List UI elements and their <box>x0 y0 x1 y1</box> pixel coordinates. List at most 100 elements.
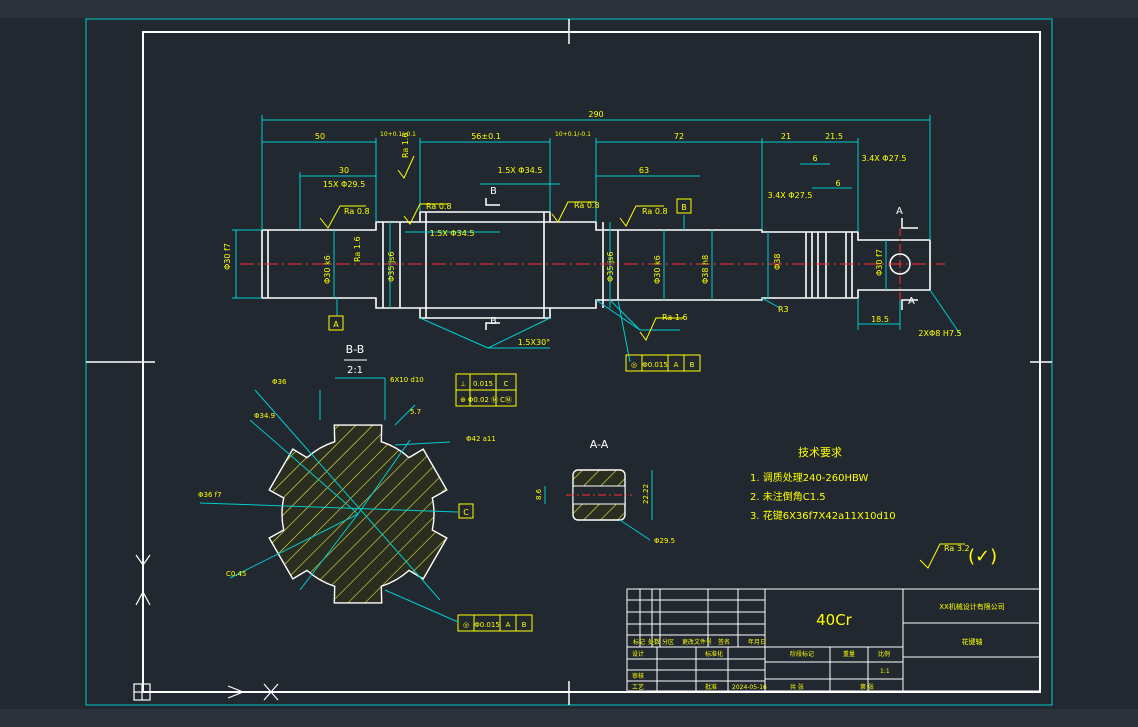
svg-text:Φ0.015: Φ0.015 <box>642 361 668 369</box>
tb-label-weight: 重量 <box>843 650 855 658</box>
tb-date: 2024-05-16 <box>732 684 767 691</box>
svg-text:A: A <box>333 320 339 329</box>
length-dim-4: 21 <box>781 132 791 141</box>
tb-label-check: 审核 <box>632 672 644 680</box>
tb-label-zone: 分区 <box>662 638 674 646</box>
chamfer-dim-30deg: 1.5X30° <box>518 338 550 347</box>
aa-dim-86: 8.6 <box>535 488 543 500</box>
chamfer-dim-275a: 3.4X Φ27.5 <box>862 154 907 163</box>
section-aa-title: A-A <box>590 438 609 451</box>
tb-label-approve: 批准 <box>705 683 717 691</box>
tb-label-doc: 更改文件号 <box>682 638 712 646</box>
section-aa-view[interactable] <box>566 469 632 521</box>
bb-dim-chamfer: C0.45 <box>226 570 246 578</box>
centering-marks <box>86 19 1052 705</box>
diameter-label-4: Φ35 js6 <box>606 252 615 283</box>
general-roughness: Ra 3.2 <box>944 544 970 553</box>
radius-dim: R3 <box>778 305 789 314</box>
tech-req-2: 2. 未注倒角C1.5 <box>750 490 826 503</box>
length-dim-3: 72 <box>674 132 684 141</box>
orientation-arrows <box>133 545 279 701</box>
gdt-frame-main[interactable]: ◎ Φ0.015 A B <box>625 354 701 372</box>
aa-dim-295: Φ29.5 <box>654 537 675 545</box>
hole-dim: 2XΦ8 H7.5 <box>918 329 961 338</box>
diameter-label-3: Φ35 js6 <box>387 252 396 283</box>
roughness-5: Ra 1.6 <box>662 313 688 322</box>
roughness-3: Ra 0.8 <box>574 201 600 210</box>
bb-dim-57: 5.7 <box>410 408 421 416</box>
section-bb-scale: 2:1 <box>347 365 363 376</box>
tb-label-mark: 标记 <box>633 638 645 646</box>
tb-label-sheet: 第 张 <box>860 683 874 691</box>
tb-part-name: 花键轴 <box>962 637 983 646</box>
cad-drawing-canvas[interactable]: 290 50 56±0.1 72 21 21.5 10+0.1/-0.1 10+… <box>0 0 1138 727</box>
tb-label-date: 年月日 <box>748 638 766 646</box>
chamfer-dim-345: 1.5X Φ34.5 <box>498 166 543 175</box>
svg-text:CⓂ: CⓂ <box>500 396 512 404</box>
diameter-label-1: Φ30 f7 <box>223 243 232 270</box>
tb-label-process: 工艺 <box>632 683 644 691</box>
bb-dim-36: Φ36 <box>272 378 287 386</box>
bb-dim-key: 6X10 d10 <box>390 376 424 384</box>
svg-text:B: B <box>522 621 527 629</box>
roughness-1: Ra 0.8 <box>344 207 370 216</box>
datum-c-box[interactable]: C <box>458 503 474 519</box>
tech-req-3: 3. 花键6X36f7X42a11X10d10 <box>750 509 896 522</box>
roughness-7: Ra 1.6 <box>353 236 362 262</box>
datum-b-box[interactable]: B <box>676 198 692 214</box>
length-dim-1: 50 <box>315 132 325 141</box>
svg-text:B: B <box>690 361 695 369</box>
bb-dim-36f7: Φ36 f7 <box>198 491 222 499</box>
length-dim-30: 30 <box>339 166 349 175</box>
length-dim-5: 21.5 <box>825 132 843 141</box>
shaft-main-view[interactable] <box>261 211 931 319</box>
diameter-label-2: Φ30 k6 <box>323 255 332 284</box>
length-dim-6a: 6 <box>812 154 817 163</box>
svg-text:A: A <box>674 361 679 369</box>
chamfer-dim-295: 15X Φ29.5 <box>323 180 365 189</box>
svg-text:C: C <box>504 380 509 388</box>
drawing-border <box>142 31 1041 693</box>
diameter-label-5: Φ30 k6 <box>653 255 662 284</box>
tol-dim-2: 10+0.1/-0.1 <box>555 131 591 138</box>
tb-label-scale: 比例 <box>878 650 890 658</box>
section-bb-title: B-B <box>346 343 365 356</box>
svg-text:C: C <box>463 508 469 517</box>
section-a-top: A <box>896 206 903 217</box>
svg-text:◎: ◎ <box>463 621 469 629</box>
bb-dim-349: Φ34.9 <box>254 412 275 420</box>
tech-req-1: 1. 调质处理240-260HBW <box>750 472 869 484</box>
svg-text:B: B <box>681 203 687 212</box>
svg-text:⊕: ⊕ <box>460 396 466 404</box>
roughness-6: Ra 1.6 <box>401 132 410 158</box>
section-b-top: B <box>490 186 497 197</box>
section-a-bottom: A <box>908 296 915 307</box>
diameter-label-8: Φ38 <box>773 254 782 270</box>
roughness-4: Ra 0.8 <box>642 207 668 216</box>
svg-text:⊥: ⊥ <box>460 380 466 388</box>
length-dim-6b: 6 <box>835 179 840 188</box>
tb-scale: 1:1 <box>880 668 890 675</box>
tb-label-total: 共 张 <box>790 683 804 691</box>
overall-length-dim: 290 <box>588 110 603 119</box>
diameter-label-6: Φ38 h8 <box>701 255 710 284</box>
tb-label-std: 标准化 <box>705 650 723 658</box>
tb-label-sign: 签名 <box>718 638 730 646</box>
tb-company: XX机械设计有限公司 <box>939 602 1005 611</box>
roughness-2: Ra 0.8 <box>426 202 452 211</box>
gdt-frame-spline-2[interactable]: ⊕ Φ0.02 Ⓜ CⓂ <box>455 389 517 407</box>
section-b-bottom: B <box>490 316 497 327</box>
svg-text:Φ0.015: Φ0.015 <box>474 621 500 629</box>
tech-req-title: 技术要求 <box>798 446 842 459</box>
length-dim-2: 56±0.1 <box>471 132 501 141</box>
svg-text:Φ0.02 Ⓜ: Φ0.02 Ⓜ <box>468 396 498 404</box>
diameter-label-7: Φ30 f7 <box>875 249 884 276</box>
tb-material: 40Cr <box>816 611 853 629</box>
datum-a-box[interactable]: A <box>328 315 344 331</box>
tol-dim-1: 10+0.1/-0.1 <box>380 131 416 138</box>
gdt-frame-spline-1[interactable]: ⊥ 0.015 C <box>455 373 517 391</box>
general-roughness-check: (✓) <box>968 546 997 567</box>
bb-dim-42: Φ42 a11 <box>466 435 496 443</box>
gdt-frame-section[interactable]: ◎ Φ0.015 A B <box>457 614 533 632</box>
sheet-outer-frame <box>85 18 1053 706</box>
